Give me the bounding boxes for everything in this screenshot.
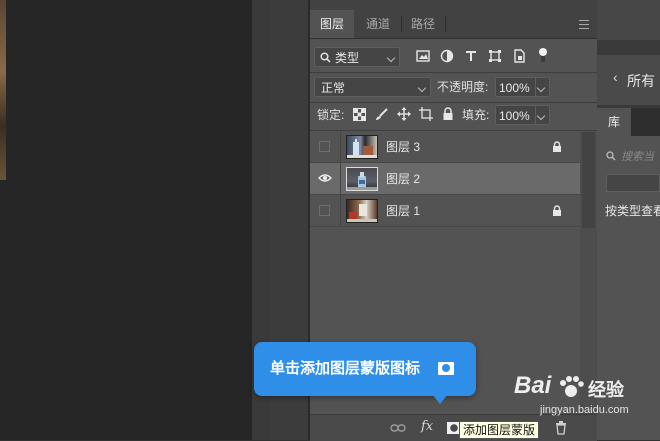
bottle-image-thumbnail — [347, 172, 377, 190]
all-libraries-label: 所有 — [627, 73, 655, 89]
column-separator — [340, 131, 341, 163]
watermark-suffix: 经验 — [588, 380, 624, 400]
blend-mode-dropdown[interactable]: 正常 — [314, 77, 431, 97]
lock-artboard-icon[interactable] — [419, 107, 435, 123]
opacity-field[interactable]: 100% — [495, 77, 550, 97]
shape-layer-filter-icon[interactable] — [488, 49, 504, 65]
watermark-brand: Bai — [514, 372, 552, 399]
layers-scrollbar-thumb[interactable] — [582, 132, 595, 228]
lock-image-pixels-icon[interactable] — [375, 108, 391, 124]
chevron-down-icon[interactable] — [536, 111, 546, 121]
adjustment-layer-filter-icon[interactable] — [440, 49, 456, 65]
column-separator — [340, 195, 341, 227]
canvas-image-edge — [0, 0, 6, 180]
opacity-value: 100% — [499, 81, 530, 95]
pixel-layer-filter-icon[interactable] — [416, 49, 432, 65]
canvas-area[interactable] — [0, 0, 252, 440]
layer-thumbnail — [346, 167, 378, 191]
divider — [310, 102, 597, 103]
hover-tooltip: 添加图层蒙版 — [459, 421, 540, 439]
tab-separator — [445, 16, 446, 32]
callout-pointer — [432, 394, 448, 404]
filter-toggle-icon[interactable] — [538, 46, 554, 62]
column-separator — [340, 163, 341, 195]
layer-row[interactable]: 图层 3 — [310, 131, 580, 163]
fill-label: 填充: — [462, 108, 490, 122]
lock-icon — [553, 205, 561, 216]
tab-channels[interactable]: 通道 — [356, 10, 400, 38]
layer-mask-icon — [438, 362, 454, 375]
eye-icon[interactable] — [318, 173, 332, 183]
fill-field[interactable]: 100% — [495, 105, 550, 125]
link-layers-icon[interactable] — [390, 422, 406, 434]
library-search-input[interactable]: 搜索当 — [621, 148, 654, 164]
layer-row-selected[interactable]: 图层 2 — [310, 163, 580, 195]
chevron-down-icon — [417, 83, 427, 93]
visibility-toggle[interactable] — [319, 141, 330, 152]
filter-kind-label: 类型 — [335, 51, 360, 65]
layer-name: 图层 1 — [386, 204, 421, 218]
tab-paths[interactable]: 路径 — [402, 10, 444, 38]
callout-text: 单击添加图层蒙版图标 — [270, 360, 421, 377]
layer-row[interactable]: 图层 1 — [310, 195, 580, 227]
chevron-down-icon — [386, 53, 396, 63]
fill-value: 100% — [499, 109, 530, 123]
lock-position-icon[interactable] — [397, 107, 413, 123]
tab-library[interactable]: 库 — [597, 108, 631, 136]
divider — [310, 72, 597, 73]
lock-label: 锁定: — [317, 108, 345, 122]
panel-header — [597, 0, 660, 40]
lock-all-icon[interactable] — [442, 107, 458, 123]
watermark-url: jingyan.baidu.com — [540, 404, 629, 416]
layer-thumbnail — [346, 135, 378, 159]
smart-object-filter-icon[interactable] — [512, 49, 528, 65]
layer-name: 图层 2 — [386, 172, 421, 186]
panel-tab-bar: 图层 通道 路径 — [310, 10, 597, 39]
tab-layers[interactable]: 图层 — [310, 10, 354, 38]
all-libraries-bar[interactable]: ‹ 所有 — [597, 55, 660, 105]
instruction-callout: 单击添加图层蒙版图标 — [254, 342, 476, 396]
visibility-toggle[interactable] — [319, 205, 330, 216]
layer-name: 图层 3 — [386, 140, 421, 154]
lock-icon — [553, 141, 561, 152]
panel-header-strip — [310, 0, 597, 10]
paw-icon — [560, 376, 584, 397]
lock-transparent-pixels-icon[interactable] — [353, 108, 369, 124]
fx-button[interactable]: fx — [421, 419, 433, 434]
bottle-image-thumbnail — [347, 139, 377, 158]
chevron-down-icon[interactable] — [536, 83, 546, 93]
filter-kind-dropdown[interactable]: 类型 — [314, 47, 400, 67]
chevron-left-icon[interactable]: ‹ — [613, 69, 618, 85]
view-by-type-label[interactable]: 按类型查看 — [605, 202, 660, 219]
search-icon — [606, 151, 616, 161]
opacity-label: 不透明度: — [437, 80, 489, 94]
trash-icon[interactable] — [555, 421, 567, 435]
photo-image-thumbnail — [347, 204, 377, 222]
panel-menu-icon[interactable] — [579, 20, 589, 29]
library-select-dropdown[interactable] — [606, 174, 660, 192]
blend-mode-value: 正常 — [321, 81, 346, 95]
search-icon — [320, 52, 331, 63]
layer-thumbnail — [346, 199, 378, 223]
baidu-watermark: Bai 经验 jingyan.baidu.com — [514, 372, 654, 422]
type-layer-filter-icon[interactable] — [464, 49, 480, 65]
